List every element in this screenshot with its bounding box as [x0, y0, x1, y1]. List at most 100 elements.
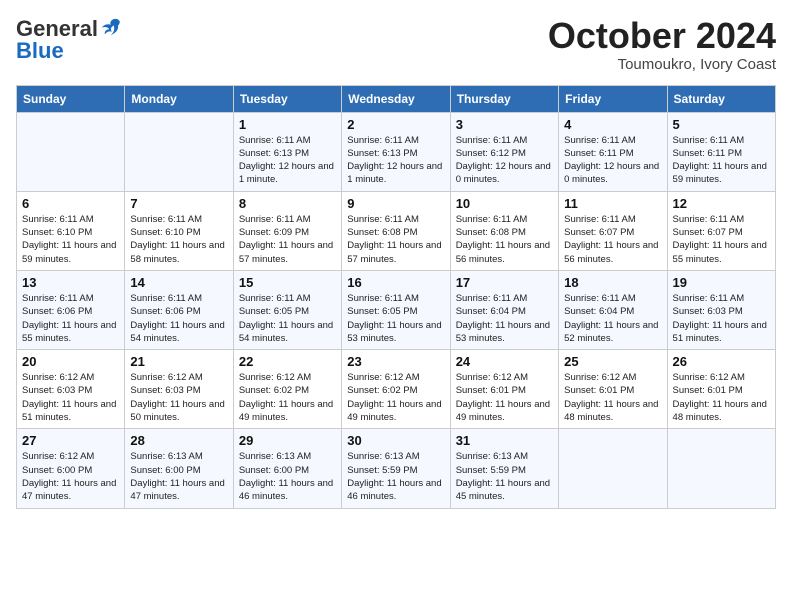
header-day-sunday: Sunday	[17, 85, 125, 112]
calendar-week-1: 1 Sunrise: 6:11 AM Sunset: 6:13 PM Daylig…	[17, 112, 776, 191]
header-day-saturday: Saturday	[667, 85, 775, 112]
day-number: 28	[130, 433, 227, 448]
calendar-cell: 29 Sunrise: 6:13 AM Sunset: 6:00 PM Dayli…	[233, 429, 341, 508]
calendar-cell: 4 Sunrise: 6:11 AM Sunset: 6:11 PM Daylig…	[559, 112, 667, 191]
title-block: October 2024 Toumoukro, Ivory Coast	[548, 16, 776, 73]
day-number: 1	[239, 117, 336, 132]
day-info: Sunrise: 6:12 AM Sunset: 6:03 PM Dayligh…	[22, 371, 119, 424]
location-subtitle: Toumoukro, Ivory Coast	[548, 56, 776, 73]
calendar-cell: 2Sunrise: 6:11 AM Sunset: 6:13 PM Daylig…	[342, 112, 450, 191]
day-info: Sunrise: 6:11 AM Sunset: 6:13 PM Dayligh…	[239, 134, 336, 187]
calendar-cell: 17 Sunrise: 6:11 AM Sunset: 6:04 PM Dayli…	[450, 270, 558, 349]
day-number: 20	[22, 354, 119, 369]
day-number: 3	[456, 117, 553, 132]
calendar-cell	[17, 112, 125, 191]
day-number: 9	[347, 196, 444, 211]
day-number: 8	[239, 196, 336, 211]
calendar-table: SundayMondayTuesdayWednesdayThursdayFrid…	[16, 85, 776, 509]
day-info: Sunrise: 6:13 AM Sunset: 6:00 PM Dayligh…	[130, 450, 227, 503]
day-number: 30	[347, 433, 444, 448]
day-number: 7	[130, 196, 227, 211]
calendar-week-5: 27 Sunrise: 6:12 AM Sunset: 6:00 PM Dayli…	[17, 429, 776, 508]
day-number: 16	[347, 275, 444, 290]
day-info: Sunrise: 6:11 AM Sunset: 6:08 PM Dayligh…	[456, 213, 553, 266]
calendar-cell: 21 Sunrise: 6:12 AM Sunset: 6:03 PM Dayli…	[125, 350, 233, 429]
day-info: Sunrise: 6:11 AM Sunset: 6:10 PM Dayligh…	[130, 213, 227, 266]
day-info: Sunrise: 6:11 AM Sunset: 6:10 PM Dayligh…	[22, 213, 119, 266]
header-day-monday: Monday	[125, 85, 233, 112]
calendar-cell	[559, 429, 667, 508]
day-number: 27	[22, 433, 119, 448]
page-header: General Blue October 2024 Toumoukro, Ivo…	[16, 16, 776, 73]
day-number: 5	[673, 117, 770, 132]
calendar-cell: 3Sunrise: 6:11 AM Sunset: 6:12 PM Daylig…	[450, 112, 558, 191]
day-number: 15	[239, 275, 336, 290]
calendar-cell: 15 Sunrise: 6:11 AM Sunset: 6:05 PM Dayli…	[233, 270, 341, 349]
day-info: Sunrise: 6:11 AM Sunset: 6:07 PM Dayligh…	[673, 213, 770, 266]
calendar-cell: 1 Sunrise: 6:11 AM Sunset: 6:13 PM Daylig…	[233, 112, 341, 191]
calendar-cell: 20 Sunrise: 6:12 AM Sunset: 6:03 PM Dayli…	[17, 350, 125, 429]
day-info: Sunrise: 6:12 AM Sunset: 6:02 PM Dayligh…	[239, 371, 336, 424]
calendar-cell: 23 Sunrise: 6:12 AM Sunset: 6:02 PM Dayli…	[342, 350, 450, 429]
day-info: Sunrise: 6:11 AM Sunset: 6:03 PM Dayligh…	[673, 292, 770, 345]
day-number: 31	[456, 433, 553, 448]
logo: General Blue	[16, 16, 121, 64]
calendar-cell: 5 Sunrise: 6:11 AM Sunset: 6:11 PM Daylig…	[667, 112, 775, 191]
day-number: 29	[239, 433, 336, 448]
day-info: Sunrise: 6:13 AM Sunset: 5:59 PM Dayligh…	[456, 450, 553, 503]
day-info: Sunrise: 6:11 AM Sunset: 6:04 PM Dayligh…	[456, 292, 553, 345]
month-title: October 2024	[548, 16, 776, 56]
day-number: 14	[130, 275, 227, 290]
day-info: Sunrise: 6:12 AM Sunset: 6:00 PM Dayligh…	[22, 450, 119, 503]
day-info: Sunrise: 6:11 AM Sunset: 6:05 PM Dayligh…	[239, 292, 336, 345]
calendar-cell: 24Sunrise: 6:12 AM Sunset: 6:01 PM Dayli…	[450, 350, 558, 429]
calendar-cell: 28 Sunrise: 6:13 AM Sunset: 6:00 PM Dayli…	[125, 429, 233, 508]
calendar-cell: 14Sunrise: 6:11 AM Sunset: 6:06 PM Dayli…	[125, 270, 233, 349]
day-number: 23	[347, 354, 444, 369]
calendar-cell	[667, 429, 775, 508]
day-info: Sunrise: 6:11 AM Sunset: 6:07 PM Dayligh…	[564, 213, 661, 266]
logo-blue: Blue	[16, 38, 64, 64]
day-info: Sunrise: 6:12 AM Sunset: 6:01 PM Dayligh…	[456, 371, 553, 424]
day-info: Sunrise: 6:13 AM Sunset: 6:00 PM Dayligh…	[239, 450, 336, 503]
calendar-cell: 18 Sunrise: 6:11 AM Sunset: 6:04 PM Dayli…	[559, 270, 667, 349]
logo-bird-icon	[99, 16, 121, 38]
day-number: 19	[673, 275, 770, 290]
calendar-cell: 7 Sunrise: 6:11 AM Sunset: 6:10 PM Daylig…	[125, 191, 233, 270]
day-info: Sunrise: 6:12 AM Sunset: 6:02 PM Dayligh…	[347, 371, 444, 424]
calendar-cell	[125, 112, 233, 191]
day-info: Sunrise: 6:12 AM Sunset: 6:01 PM Dayligh…	[673, 371, 770, 424]
day-number: 25	[564, 354, 661, 369]
day-number: 18	[564, 275, 661, 290]
calendar-cell: 19 Sunrise: 6:11 AM Sunset: 6:03 PM Dayli…	[667, 270, 775, 349]
header-day-friday: Friday	[559, 85, 667, 112]
day-info: Sunrise: 6:12 AM Sunset: 6:03 PM Dayligh…	[130, 371, 227, 424]
calendar-cell: 10 Sunrise: 6:11 AM Sunset: 6:08 PM Dayli…	[450, 191, 558, 270]
calendar-cell: 30Sunrise: 6:13 AM Sunset: 5:59 PM Dayli…	[342, 429, 450, 508]
calendar-week-2: 6Sunrise: 6:11 AM Sunset: 6:10 PM Daylig…	[17, 191, 776, 270]
calendar-header: SundayMondayTuesdayWednesdayThursdayFrid…	[17, 85, 776, 112]
day-number: 10	[456, 196, 553, 211]
calendar-week-4: 20 Sunrise: 6:12 AM Sunset: 6:03 PM Dayli…	[17, 350, 776, 429]
calendar-cell: 25Sunrise: 6:12 AM Sunset: 6:01 PM Dayli…	[559, 350, 667, 429]
day-number: 4	[564, 117, 661, 132]
day-info: Sunrise: 6:11 AM Sunset: 6:05 PM Dayligh…	[347, 292, 444, 345]
day-number: 17	[456, 275, 553, 290]
day-info: Sunrise: 6:11 AM Sunset: 6:04 PM Dayligh…	[564, 292, 661, 345]
header-day-wednesday: Wednesday	[342, 85, 450, 112]
day-number: 21	[130, 354, 227, 369]
calendar-cell: 6Sunrise: 6:11 AM Sunset: 6:10 PM Daylig…	[17, 191, 125, 270]
calendar-cell: 26Sunrise: 6:12 AM Sunset: 6:01 PM Dayli…	[667, 350, 775, 429]
day-number: 13	[22, 275, 119, 290]
day-info: Sunrise: 6:11 AM Sunset: 6:09 PM Dayligh…	[239, 213, 336, 266]
calendar-week-3: 13 Sunrise: 6:11 AM Sunset: 6:06 PM Dayli…	[17, 270, 776, 349]
header-day-tuesday: Tuesday	[233, 85, 341, 112]
day-info: Sunrise: 6:11 AM Sunset: 6:11 PM Dayligh…	[564, 134, 661, 187]
calendar-cell: 31 Sunrise: 6:13 AM Sunset: 5:59 PM Dayli…	[450, 429, 558, 508]
day-number: 12	[673, 196, 770, 211]
calendar-cell: 11Sunrise: 6:11 AM Sunset: 6:07 PM Dayli…	[559, 191, 667, 270]
day-info: Sunrise: 6:11 AM Sunset: 6:06 PM Dayligh…	[22, 292, 119, 345]
day-info: Sunrise: 6:11 AM Sunset: 6:11 PM Dayligh…	[673, 134, 770, 187]
calendar-cell: 12 Sunrise: 6:11 AM Sunset: 6:07 PM Dayli…	[667, 191, 775, 270]
calendar-cell: 16 Sunrise: 6:11 AM Sunset: 6:05 PM Dayli…	[342, 270, 450, 349]
